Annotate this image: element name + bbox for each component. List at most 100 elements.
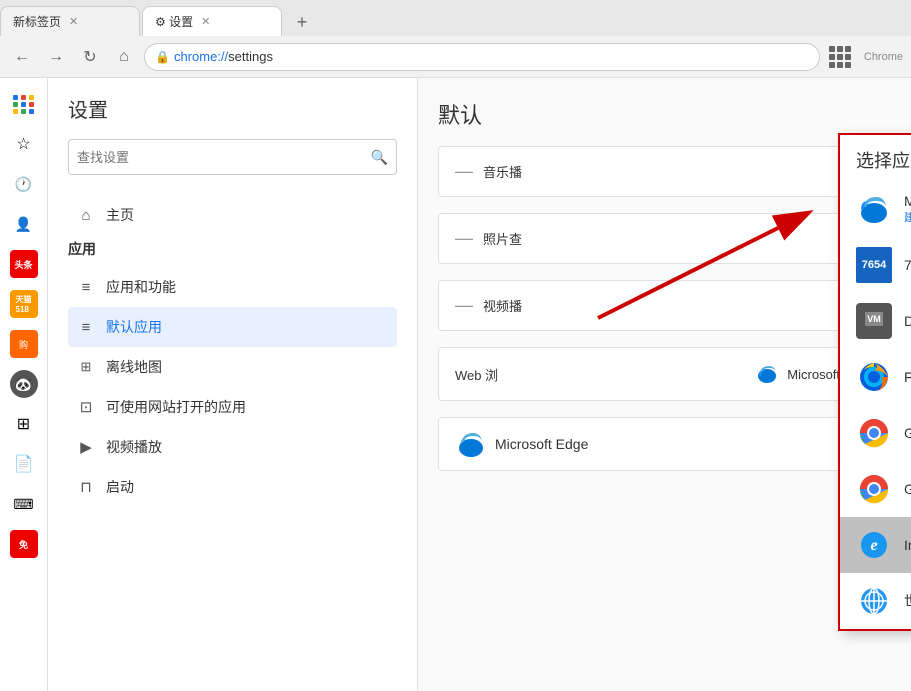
tab-close-btn[interactable]: ✕	[69, 15, 78, 28]
url-protocol: chrome://	[174, 49, 228, 64]
app-icon-ie: e	[856, 527, 892, 563]
sidebar-icon-free[interactable]: 免	[6, 526, 42, 562]
search-icon: 🔍	[371, 149, 388, 166]
nav-item-label: 离线地图	[106, 357, 162, 377]
dialog-content: Microsoft Edge 建议用于 Windows 10 7654	[840, 181, 911, 629]
dialog-title: 选择应用	[856, 147, 911, 173]
tab-settings[interactable]: ⚙ 设置 ✕	[142, 6, 282, 36]
app-item-vmhost[interactable]: VM Default Host Application	[840, 293, 911, 349]
app-name-ie: Internet Explorer	[904, 537, 911, 553]
search-input[interactable]	[77, 150, 371, 165]
url-lock-icon: 🔒	[155, 50, 170, 64]
nav-item-label: 启动	[106, 477, 134, 497]
grid-icon	[829, 46, 851, 68]
sidebar-icon-doc[interactable]: 📄	[6, 446, 42, 482]
settings-title: 设置	[68, 94, 397, 123]
browser-frame: 新标签页 ✕ ⚙ 设置 ✕ + ← → ↻ ⌂ 🔒 chrome:// sett…	[0, 0, 911, 691]
app-name-chrome2: Google Chrome	[904, 481, 911, 497]
sidebar-icon-3[interactable]: 👤	[6, 206, 42, 242]
sidebar-apps-icon[interactable]	[6, 86, 42, 122]
nav-item-label: 可使用网站打开的应用	[106, 397, 246, 417]
sidebar-icon-grid[interactable]: ⊞	[6, 406, 42, 442]
apps-icon: ≡	[76, 277, 96, 297]
app-info-chrome2: Google Chrome	[904, 481, 911, 497]
new-tab-button[interactable]: +	[288, 8, 316, 36]
sidebar-icon-tianmao[interactable]: 天猫518	[6, 286, 42, 322]
app-item-chrome2[interactable]: Google Chrome	[840, 461, 911, 517]
sidebar-icon-1[interactable]: ☆	[6, 126, 42, 162]
app-icon-firefox	[856, 359, 892, 395]
tab-label: ⚙ 设置	[155, 13, 193, 30]
app-name-vm: Default Host Application	[904, 313, 911, 329]
sidebar-icons: ☆ 🕐 👤 头条 天猫518 购 🐼 ⊞ 📄 ⌨ 免	[0, 78, 48, 691]
app-sub-edge: 建议用于 Windows 10	[904, 209, 911, 225]
tab-new-tab[interactable]: 新标签页 ✕	[0, 6, 140, 36]
nav-item-label: 视频播放	[106, 437, 162, 457]
nav-item-label: 默认应用	[106, 317, 162, 337]
tab-close-btn[interactable]: ✕	[201, 15, 210, 28]
address-bar: ← → ↻ ⌂ 🔒 chrome:// settings Chrome	[0, 36, 911, 78]
app-item-edge[interactable]: Microsoft Edge 建议用于 Windows 10	[840, 181, 911, 237]
sidebar-icon-panda[interactable]: 🐼	[6, 366, 42, 402]
app-item-firefox[interactable]: Firefox	[840, 349, 911, 405]
svg-text:e: e	[870, 537, 877, 554]
sidebar-icon-toutiao[interactable]: 头条	[6, 246, 42, 282]
edge-app-icon	[856, 191, 892, 227]
nav-item-home[interactable]: ⌂ 主页	[68, 195, 397, 235]
back-button[interactable]: ←	[8, 43, 36, 71]
dialog-overlay: 选择应用 — □ ✕	[418, 78, 911, 691]
main-area: 默认 — 音乐播 — 照片查 — 视频播	[418, 78, 911, 691]
svg-text:VM: VM	[867, 314, 881, 324]
app-item-chrome1[interactable]: Google Chrome	[840, 405, 911, 461]
sidebar-icon-keyboard[interactable]: ⌨	[6, 486, 42, 522]
chrome-label: Chrome	[864, 51, 903, 63]
tab-label: 新标签页	[13, 13, 61, 30]
maps-icon: ⊞	[76, 357, 96, 377]
settings-panel: 设置 🔍 ⌂ 主页 应用 ≡ 应用和功能 ≡ 默认应用 ⊞ 离线地图	[48, 78, 418, 691]
apps-button[interactable]	[826, 43, 854, 71]
search-box[interactable]: 🔍	[68, 139, 397, 175]
app-icon-shijie	[856, 583, 892, 619]
choose-app-dialog: 选择应用 — □ ✕	[838, 133, 911, 631]
default-icon: ≡	[76, 317, 96, 337]
tab-bar: 新标签页 ✕ ⚙ 设置 ✕ +	[0, 0, 911, 36]
url-bar[interactable]: 🔒 chrome:// settings	[144, 43, 820, 71]
nav-item-label: 主页	[106, 205, 134, 225]
grid-icon-small	[13, 95, 35, 114]
nav-item-label: 应用和功能	[106, 277, 176, 297]
app-list: Microsoft Edge 建议用于 Windows 10 7654	[840, 181, 911, 629]
app-name-edge: Microsoft Edge	[904, 193, 911, 209]
app-icon-chrome2	[856, 471, 892, 507]
app-icon-vm: VM	[856, 303, 892, 339]
app-icon-chrome1	[856, 415, 892, 451]
app-item-shijie[interactable]: 世界之窗浏览器	[840, 573, 911, 629]
video-icon: ▶	[76, 437, 96, 457]
nav-item-video[interactable]: ▶ 视频播放	[68, 427, 397, 467]
app-item-ie[interactable]: e Internet Explorer	[840, 517, 911, 573]
dialog-title-bar: 选择应用 — □ ✕	[840, 135, 911, 181]
app-item-7654[interactable]: 7654 7654浏览器	[840, 237, 911, 293]
app-info-edge: Microsoft Edge 建议用于 Windows 10	[904, 193, 911, 225]
app-info-7654: 7654浏览器	[904, 255, 911, 275]
app-icon-7654: 7654	[856, 247, 892, 283]
url-path: settings	[228, 49, 273, 64]
app-name-shijie: 世界之窗浏览器	[904, 591, 911, 611]
app-info-vm: Default Host Application	[904, 313, 911, 329]
website-apps-icon: ⊡	[76, 397, 96, 417]
app-info-firefox: Firefox	[904, 369, 911, 385]
app-name-firefox: Firefox	[904, 369, 911, 385]
app-name-chrome1: Google Chrome	[904, 425, 911, 441]
nav-item-maps[interactable]: ⊞ 离线地图	[68, 347, 397, 387]
forward-button[interactable]: →	[42, 43, 70, 71]
reload-button[interactable]: ↻	[76, 43, 104, 71]
nav-item-default[interactable]: ≡ 默认应用	[68, 307, 397, 347]
app-info-ie: Internet Explorer	[904, 537, 911, 553]
sidebar-icon-shop[interactable]: 购	[6, 326, 42, 362]
nav-item-startup[interactable]: ⊓ 启动	[68, 467, 397, 507]
app-info-chrome1: Google Chrome	[904, 425, 911, 441]
startup-icon: ⊓	[76, 477, 96, 497]
nav-item-website-apps[interactable]: ⊡ 可使用网站打开的应用	[68, 387, 397, 427]
home-button[interactable]: ⌂	[110, 43, 138, 71]
sidebar-icon-2[interactable]: 🕐	[6, 166, 42, 202]
nav-item-apps[interactable]: ≡ 应用和功能	[68, 267, 397, 307]
